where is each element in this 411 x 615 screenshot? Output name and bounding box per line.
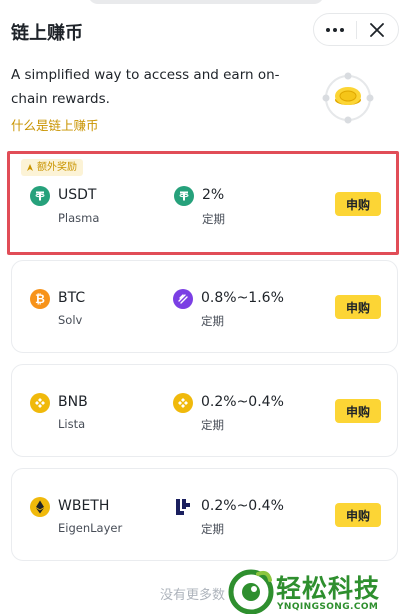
term-label: 定期 — [201, 314, 224, 328]
bnb-icon — [30, 393, 50, 413]
mini-program-capsule — [313, 13, 399, 46]
coin-orbit-illustration — [318, 68, 378, 128]
subscribe-button[interactable]: 申购 — [335, 192, 381, 216]
subscribe-button[interactable]: 申购 — [335, 399, 381, 423]
product-card-bnb[interactable]: BNB Lista 0.2%~0.4% 定期 申购 — [11, 364, 398, 457]
page-title: 链上赚币 — [11, 23, 83, 44]
extra-reward-badge: 额外奖励 — [21, 159, 83, 176]
solv-icon — [173, 289, 193, 309]
tether-icon — [30, 186, 50, 206]
more-dots-icon[interactable] — [314, 14, 356, 45]
rocket-icon — [27, 163, 33, 171]
term-label: 定期 — [201, 418, 224, 432]
coin-name: USDT — [58, 187, 97, 203]
apr-rate: 0.2%~0.4% — [201, 394, 284, 410]
term-label: 定期 — [201, 522, 224, 536]
subscribe-button[interactable]: 申购 — [335, 503, 381, 527]
product-card-usdt[interactable]: 额外奖励 USDT Plasma 2% 定期 申购 — [7, 151, 399, 255]
header: 链上赚币 — [0, 0, 411, 60]
apr-rate: 2% — [202, 187, 225, 203]
site-watermark: 轻松科技 YNQINGSONG.COM — [226, 568, 411, 615]
apr-rate: 0.8%~1.6% — [201, 290, 284, 306]
coin-network: Solv — [58, 313, 83, 327]
coin-name: BTC — [58, 290, 86, 306]
product-card-wbeth[interactable]: WBETH EigenLayer 0.2%~0.4% 定期 申购 — [11, 468, 398, 561]
bitcoin-icon: ₿ — [30, 289, 50, 309]
extra-reward-label: 额外奖励 — [37, 162, 77, 173]
tether-icon — [174, 186, 194, 206]
close-icon[interactable] — [356, 14, 398, 45]
eigenlayer-icon — [173, 497, 193, 517]
term-label: 定期 — [202, 212, 225, 226]
watermark-url: YNQINGSONG.COM — [277, 602, 379, 612]
coin-name: WBETH — [58, 498, 110, 514]
coin-name: BNB — [58, 394, 88, 410]
end-of-list-note: 没有更多数 — [160, 588, 226, 603]
coin-network: Plasma — [58, 211, 100, 225]
coin-network: Lista — [58, 417, 86, 431]
watermark-logo-icon — [228, 569, 274, 614]
watermark-title: 轻松科技 — [276, 574, 381, 603]
apr-rate: 0.2%~0.4% — [201, 498, 284, 514]
what-is-onchain-earn-link[interactable]: 什么是链上赚币 — [11, 115, 99, 134]
ethereum-icon — [30, 497, 50, 517]
bnb-icon — [173, 393, 193, 413]
subscribe-button[interactable]: 申购 — [335, 295, 381, 319]
coin-network: EigenLayer — [58, 521, 123, 535]
intro-description: A simplified way to access and earn on-c… — [11, 67, 280, 107]
product-card-btc[interactable]: ₿ BTC Solv 0.8%~1.6% 定期 申购 — [11, 260, 398, 353]
